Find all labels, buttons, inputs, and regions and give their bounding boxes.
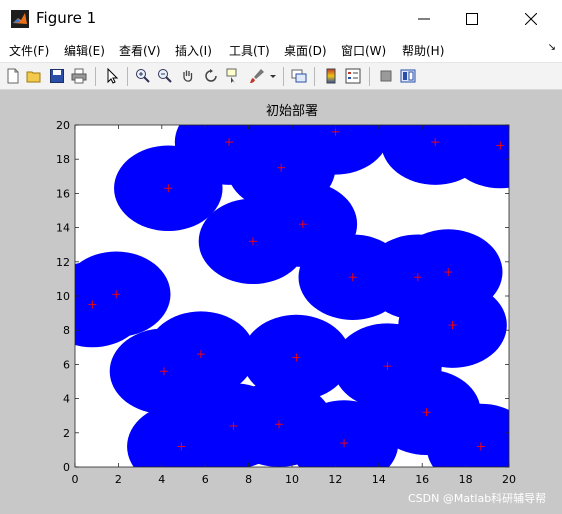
- scatter-plot: 0 2 4 6 8 10 12 14 16 18 20 0 2 4 6 8 10 12 14 16 18 20: [56, 119, 516, 486]
- watermark: CSDN @Matlab科研辅导帮: [408, 492, 547, 505]
- x-tick-label: 4: [158, 473, 165, 486]
- y-tick-label: 16: [56, 187, 70, 200]
- x-tick-label: 2: [115, 473, 122, 486]
- y-tick-label: 4: [63, 393, 70, 406]
- x-tick-label: 20: [502, 473, 516, 486]
- x-tick-label: 18: [459, 473, 473, 486]
- x-tick-label: 12: [328, 473, 342, 486]
- y-tick-label: 2: [63, 427, 70, 440]
- x-tick-label: 6: [202, 473, 209, 486]
- y-tick-label: 14: [56, 222, 70, 235]
- y-tick-label: 0: [63, 461, 70, 474]
- y-tick-label: 20: [56, 119, 70, 132]
- x-tick-label: 8: [245, 473, 252, 486]
- x-tick-label: 14: [372, 473, 386, 486]
- y-tick-label: 8: [63, 324, 70, 337]
- x-tick-label: 10: [285, 473, 299, 486]
- y-tick-label: 6: [63, 358, 70, 371]
- y-tick-label: 12: [56, 256, 70, 269]
- x-tick-label: 0: [72, 473, 79, 486]
- y-tick-label: 10: [56, 290, 70, 303]
- x-tick-label: 16: [415, 473, 429, 486]
- y-tick-label: 18: [56, 153, 70, 166]
